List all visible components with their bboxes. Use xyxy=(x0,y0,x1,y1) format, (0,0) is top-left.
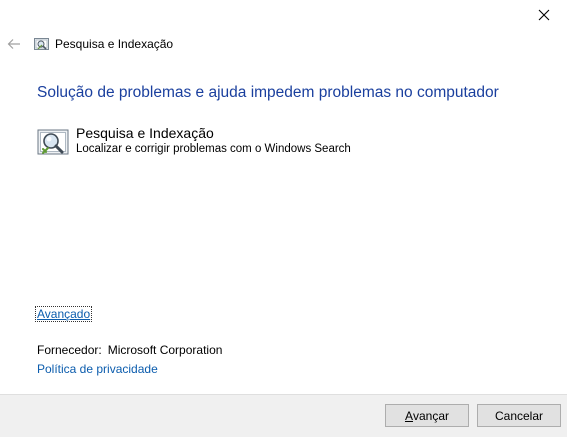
task-text: Pesquisa e Indexação Localizar e corrigi… xyxy=(76,124,351,157)
back-arrow-icon xyxy=(7,39,20,49)
close-button[interactable] xyxy=(521,0,567,30)
footer-bar: Avançar Cancelar xyxy=(0,394,567,437)
back-button[interactable] xyxy=(6,36,22,52)
task-description: Localizar e corrigir problemas com o Win… xyxy=(76,143,351,155)
next-button-accesskey: A xyxy=(404,408,413,423)
magnifier-search-icon xyxy=(37,129,69,155)
publisher-value: Microsoft Corporation xyxy=(107,343,223,357)
cancel-button[interactable]: Cancelar xyxy=(477,404,561,427)
troubleshooter-icon xyxy=(34,38,49,50)
next-button[interactable]: Avançar xyxy=(385,404,469,427)
next-button-label: vançar xyxy=(412,408,450,423)
title-bar: Pesquisa e Indexação xyxy=(6,33,173,55)
cancel-button-label: Cancelar xyxy=(494,408,544,423)
page-heading: Solução de problemas e ajuda impedem pro… xyxy=(37,84,499,101)
privacy-policy-link[interactable]: Política de privacidade xyxy=(37,362,158,376)
task-title: Pesquisa e Indexação xyxy=(76,125,214,141)
close-icon xyxy=(538,9,550,21)
window-title: Pesquisa e Indexação xyxy=(55,37,174,51)
publisher-label: Fornecedor: xyxy=(37,343,102,357)
advanced-link[interactable]: Avançado xyxy=(34,306,93,322)
troubleshooter-task[interactable]: Pesquisa e Indexação Localizar e corrigi… xyxy=(37,124,351,158)
publisher-info: Fornecedor: Microsoft Corporation xyxy=(37,343,222,357)
